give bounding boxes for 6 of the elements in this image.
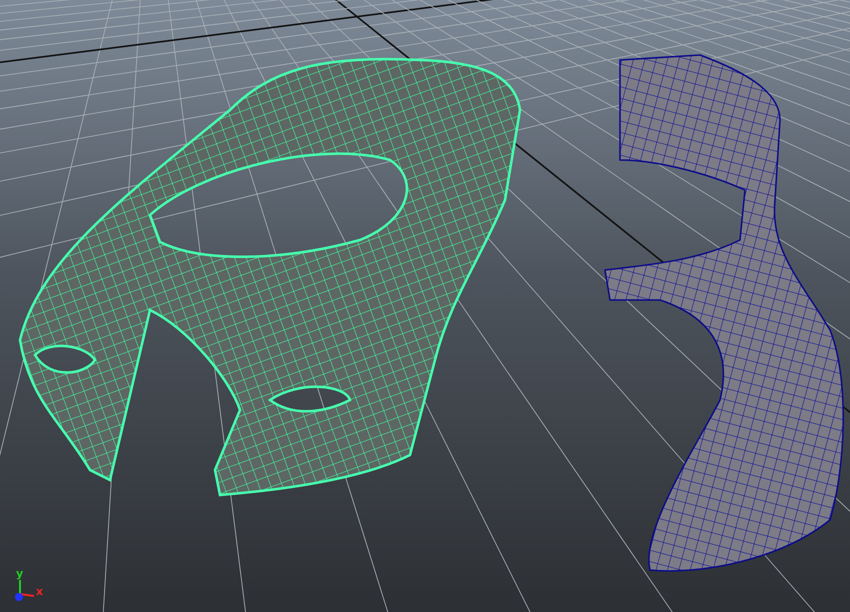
axis-label: y bbox=[16, 567, 24, 580]
axis-gizmo-icon bbox=[15, 580, 34, 601]
axis-label: x bbox=[36, 585, 44, 598]
3d-viewport[interactable]: y x bbox=[0, 0, 850, 612]
bumper-mesh[interactable] bbox=[604, 54, 844, 572]
car-body-mesh[interactable] bbox=[18, 58, 522, 496]
